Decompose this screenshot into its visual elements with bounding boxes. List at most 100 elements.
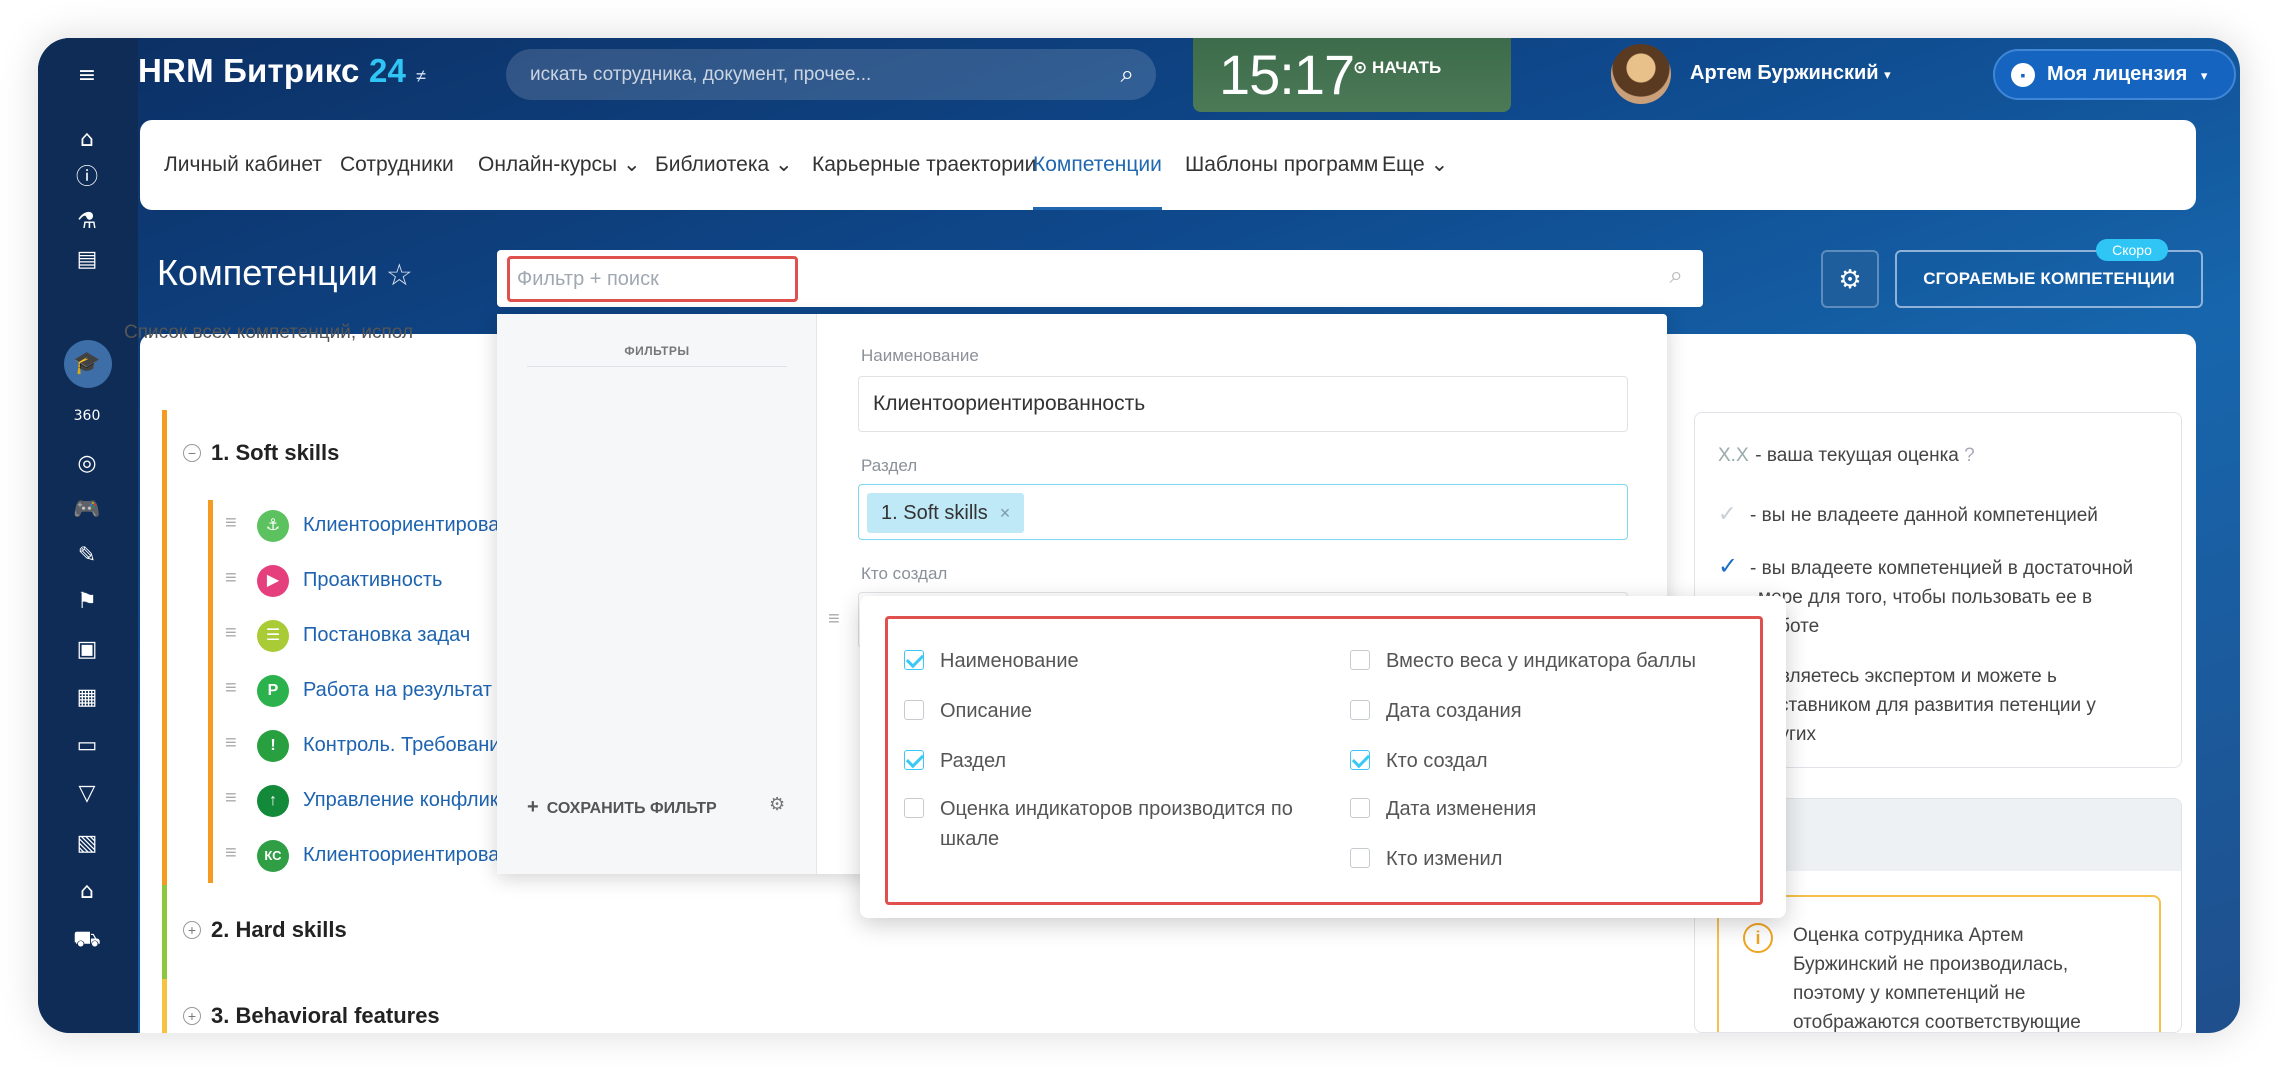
competency-link[interactable]: Постановка задач <box>303 624 470 647</box>
page-title: Компетенции ☆ <box>157 252 413 294</box>
competency-link[interactable]: Контроль. Требования <box>303 734 511 757</box>
map-icon[interactable]: ⚑ <box>73 588 101 616</box>
checkbox-label: Кто изменил <box>1386 848 1503 870</box>
drag-handle-icon[interactable]: ≡ <box>225 677 237 700</box>
group-hard-skills[interactable]: +2. Hard skills <box>183 917 347 943</box>
gear-icon[interactable]: ⚙ <box>769 794 785 815</box>
expand-icon[interactable]: + <box>183 921 201 939</box>
field-checkbox[interactable]: Дата создания <box>1350 696 1746 726</box>
document-icon[interactable]: ▤ <box>73 246 101 274</box>
window-icon[interactable]: ▣ <box>73 636 101 664</box>
tab-career[interactable]: Карьерные траектории <box>812 120 1036 210</box>
user-name: Артем Буржинский <box>1690 62 1879 84</box>
tab-courses[interactable]: Онлайн-курсы ⌄ <box>478 120 641 210</box>
field-checkbox[interactable]: Раздел <box>904 746 1300 776</box>
tab-personal[interactable]: Личный кабинет <box>164 120 322 210</box>
tab-library[interactable]: Библиотека ⌄ <box>655 120 793 210</box>
checkbox[interactable] <box>904 650 924 670</box>
legend-not-own-text: - вы не владеете данной компетенцией <box>1750 505 2098 526</box>
drag-handle-icon[interactable]: ≡ <box>225 787 237 810</box>
tab-employees[interactable]: Сотрудники <box>340 120 454 210</box>
checkbox[interactable] <box>1350 650 1370 670</box>
competency-icon: ▶ <box>257 565 289 597</box>
360-icon[interactable]: 360 <box>73 402 101 430</box>
avatar[interactable] <box>1611 44 1671 104</box>
checkbox[interactable] <box>1350 798 1370 818</box>
group-soft-skills[interactable]: −1. Soft skills <box>183 440 339 466</box>
gamepad-icon[interactable]: 🎮 <box>73 496 101 524</box>
home-icon[interactable]: ⌂ <box>73 126 101 154</box>
field-checkbox[interactable]: Оценка индикаторов производится по шкале <box>904 794 1300 854</box>
search-icon[interactable]: ⌕ <box>1121 49 1134 100</box>
field-checkbox[interactable]: Дата изменения <box>1350 794 1746 824</box>
group-behavioral[interactable]: +3. Behavioral features <box>183 1003 440 1029</box>
work-day-widget[interactable]: 15:17 ⊙ НАЧАТЬ <box>1193 38 1511 112</box>
warning-text: Оценка сотрудника Артем Буржинский не пр… <box>1793 925 2081 1033</box>
section-chip[interactable]: 1. Soft skills × <box>867 493 1025 533</box>
info-icon[interactable]: ⓘ <box>73 164 101 192</box>
star-icon[interactable]: ☆ <box>386 259 413 292</box>
tab-competencies[interactable]: Компетенции <box>1033 120 1162 210</box>
tab-courses-label: Онлайн-курсы <box>478 153 618 176</box>
drag-handle-icon[interactable]: ≡ <box>225 842 237 865</box>
field-checkbox[interactable]: Кто изменил <box>1350 844 1746 874</box>
tab-more[interactable]: Еще ⌄ <box>1382 120 1448 210</box>
checkbox[interactable] <box>1350 700 1370 720</box>
pin-icon[interactable]: ≠ <box>416 66 426 86</box>
checkbox-label: Наименование <box>940 650 1079 672</box>
name-field[interactable]: Клиентоориентированность <box>858 376 1628 432</box>
shop-icon[interactable]: ⌂ <box>73 878 101 906</box>
search-icon[interactable]: ⌕ <box>1670 262 1683 290</box>
global-search-input[interactable]: искать сотрудника, документ, прочее... ⌕ <box>506 49 1156 100</box>
competency-icon: ! <box>257 730 289 762</box>
competency-icon: КС <box>257 840 289 872</box>
competency-link[interactable]: Работа на результат <box>303 679 492 702</box>
competency-icon: ↑ <box>257 785 289 817</box>
close-icon[interactable]: × <box>1000 503 1011 523</box>
filter-icon[interactable]: ▽ <box>73 780 101 808</box>
section-field[interactable]: 1. Soft skills × <box>858 484 1628 540</box>
drag-handle-icon[interactable]: ≡ <box>225 512 237 535</box>
start-label: НАЧАТЬ <box>1371 58 1442 77</box>
field-checkbox[interactable]: Вместо веса у индикатора баллы <box>1350 646 1746 676</box>
score-mark: X.X <box>1718 445 1749 466</box>
drag-handle-icon[interactable]: ≡ <box>225 567 237 590</box>
help-icon[interactable]: ? <box>1964 445 1975 466</box>
graduation-icon[interactable]: 🎓 <box>73 350 101 378</box>
cart-icon[interactable]: ⛟ <box>73 926 101 954</box>
target-icon[interactable]: ◎ <box>73 450 101 478</box>
chat-icon[interactable]: ✎ <box>73 542 101 570</box>
checkbox[interactable] <box>904 700 924 720</box>
clipboard-icon[interactable]: ▧ <box>73 830 101 858</box>
competency-link[interactable]: Проактивность <box>303 569 442 592</box>
settings-button[interactable]: ⚙ <box>1821 250 1879 308</box>
license-label: Моя лицензия <box>2047 63 2188 85</box>
field-checkbox[interactable]: Кто создал <box>1350 746 1746 776</box>
brand-logo[interactable]: HRM Битрикс 24 ≠ <box>138 52 426 90</box>
license-button[interactable]: ▪ Моя лицензия ▾ <box>1993 49 2236 100</box>
drag-handle-icon[interactable]: ≡ <box>828 608 840 631</box>
collapse-icon[interactable]: − <box>183 444 201 462</box>
checkbox[interactable] <box>904 750 924 770</box>
menu-icon[interactable]: ≡ <box>73 62 101 90</box>
checkbox[interactable] <box>1350 750 1370 770</box>
start-day-button[interactable]: ⊙ НАЧАТЬ <box>1353 58 1441 78</box>
tab-templates[interactable]: Шаблоны программ <box>1185 120 1378 210</box>
save-filter-button[interactable]: + СОХРАНИТЬ ФИЛЬТР <box>527 796 717 819</box>
drag-handle-icon[interactable]: ≡ <box>225 622 237 645</box>
drive-icon[interactable]: ▭ <box>73 732 101 760</box>
checkbox-label: Дата изменения <box>1386 798 1537 820</box>
funnel-icon[interactable]: ⚗ <box>73 208 101 236</box>
calendar-icon[interactable]: ▦ <box>73 684 101 712</box>
field-checkbox[interactable]: Наименование <box>904 646 1300 676</box>
checkbox[interactable] <box>1350 848 1370 868</box>
gear-icon: ⚙ <box>1838 264 1862 294</box>
checkbox[interactable] <box>904 798 924 818</box>
user-menu[interactable]: Артем Буржинский ▾ <box>1690 62 1891 85</box>
expand-icon[interactable]: + <box>183 1007 201 1025</box>
drag-handle-icon[interactable]: ≡ <box>225 732 237 755</box>
field-checkbox[interactable]: Описание <box>904 696 1300 726</box>
section-field-label: Раздел <box>861 456 918 475</box>
checkbox-label: Раздел <box>940 750 1007 772</box>
competency-icon: P <box>257 675 289 707</box>
